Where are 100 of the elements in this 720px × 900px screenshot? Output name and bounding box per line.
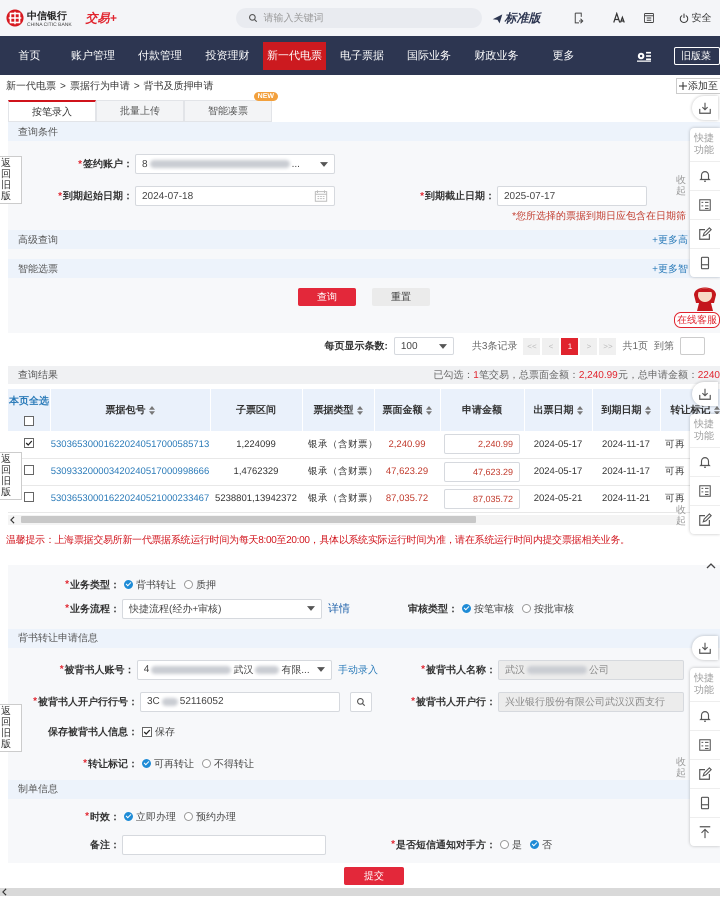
app-logo: 交易+: [86, 10, 118, 26]
radio-option[interactable]: 立即办理: [124, 810, 176, 824]
field-label: 保存被背书人信息：: [48, 726, 138, 738]
field-label: 业务流程：: [70, 602, 120, 616]
required-mark: *: [65, 603, 69, 614]
radio-option[interactable]: 按批审核: [522, 602, 574, 616]
record-count: 共3条记录: [472, 340, 518, 353]
radio-option[interactable]: 质押: [184, 578, 216, 592]
column-header[interactable]: 票据包号: [106, 403, 146, 417]
old-version-tab[interactable]: 返回旧版: [0, 156, 22, 204]
table-cell: 87,035.72: [386, 493, 428, 504]
required-mark: *: [33, 696, 37, 707]
field-label: 被背书人账号：: [64, 664, 135, 676]
field-label: 到期起始日期：: [63, 190, 133, 203]
section-title: 查询结果: [18, 368, 58, 382]
required-mark: *: [83, 758, 87, 769]
add-to-button[interactable]: 添加至: [676, 78, 720, 94]
field-label: 审核类型：: [408, 602, 458, 616]
text-field[interactable]: 3C 52116052: [140, 692, 340, 712]
nav-item[interactable]: 首页: [2, 42, 58, 70]
table-cell: 2024-11-21: [602, 493, 650, 504]
table-cell: 可再: [665, 466, 685, 477]
section-header: 背书转让申请信息: [8, 628, 720, 648]
query-button[interactable]: 查询: [298, 288, 356, 306]
table-cell: 可再: [665, 438, 685, 450]
details-link[interactable]: 详情: [328, 601, 350, 616]
required-mark: *: [85, 811, 89, 822]
tab[interactable]: 批量上传: [96, 100, 184, 122]
required-mark: *: [60, 664, 64, 675]
table-cell: 2024-11-17: [602, 438, 650, 450]
nav-item[interactable]: 电子票据: [330, 42, 394, 70]
required-mark: *: [58, 190, 62, 202]
page-button[interactable]: 1: [561, 338, 578, 354]
breadcrumb-item[interactable]: 新一代电票: [6, 79, 56, 93]
old-menu-button[interactable]: 旧版菜: [674, 46, 720, 64]
security-link[interactable]: 安全: [692, 11, 712, 25]
checkbox-option[interactable]: 保存: [142, 724, 175, 738]
nav-item[interactable]: 国际业务: [398, 42, 461, 70]
date-field[interactable]: 2024-07-18: [135, 186, 335, 206]
table-cell: 5238801,13942372: [215, 493, 297, 504]
breadcrumb-separator: >: [60, 80, 66, 92]
field-label: 被背书人名称：: [426, 664, 496, 676]
required-mark: *: [420, 190, 424, 202]
field-label: 业务类型：: [70, 578, 120, 592]
nav-item[interactable]: 更多: [532, 42, 596, 70]
package-number-link[interactable]: 530365300016220240517000585713: [50, 438, 210, 450]
select-field[interactable]: 4 武汉 有限...: [136, 660, 332, 680]
section-title: 高级查询: [18, 234, 58, 246]
warning-text: 温馨提示：上海票据交易所新一代票据系统运行时间为每天8:00至20:00，具体以系统实际运行时间为准，请在系统运行时间内提交票据相关业务。: [6, 534, 630, 546]
column-header[interactable]: 出票日期: [534, 403, 574, 417]
required-mark: *: [65, 579, 69, 590]
section-title: 智能选票: [18, 262, 58, 276]
old-version-tab[interactable]: 返回旧版: [0, 704, 22, 752]
select-field[interactable]: 快捷流程(经办+审核): [122, 598, 322, 618]
field-label: 时效：: [90, 810, 120, 824]
date-field[interactable]: 2025-07-17: [497, 186, 647, 206]
nav-item[interactable]: 付款管理: [128, 42, 192, 70]
amount-field[interactable]: 2,240.99: [444, 434, 520, 454]
goto-label: 到第: [654, 340, 674, 353]
radio-option[interactable]: 是: [500, 838, 522, 852]
required-mark: *: [78, 158, 82, 170]
column-header[interactable]: 票据类型: [314, 403, 354, 417]
more-link[interactable]: +更多智: [652, 262, 688, 276]
column-header[interactable]: 到期日期: [602, 403, 642, 417]
breadcrumb-item[interactable]: 票据行为申请: [70, 79, 130, 93]
nav-item[interactable]: 财政业务: [464, 42, 528, 70]
tab[interactable]: 按笔录入: [8, 100, 96, 122]
submit-button[interactable]: 提交: [344, 866, 404, 884]
table-cell: 47,623.29: [386, 466, 428, 477]
field-label: 被背书人开户行：: [416, 695, 496, 708]
nav-item[interactable]: 账户管理: [61, 42, 125, 70]
reset-button[interactable]: 重置: [372, 288, 430, 306]
field-label: 备注：: [90, 838, 120, 852]
page-count: 共1页: [622, 340, 648, 353]
nav-item[interactable]: 新一代电票: [263, 42, 326, 70]
column-header: 申请金额: [462, 403, 502, 417]
amount-field[interactable]: 87,035.72: [444, 488, 520, 508]
package-number-link[interactable]: 530365300016220240521000233467: [50, 493, 210, 504]
select-field[interactable]: 8 ...: [135, 154, 335, 174]
package-number-link[interactable]: 530933200003420240517000998666: [50, 466, 210, 477]
edition-label: 标准版: [504, 10, 541, 26]
column-header: 子票区间: [236, 404, 276, 417]
amount-field[interactable]: 47,623.29: [444, 462, 520, 482]
radio-option[interactable]: 按笔审核: [462, 602, 514, 616]
radio-option[interactable]: 不得转让: [202, 756, 254, 770]
radio-option[interactable]: 可再转让: [142, 756, 194, 770]
radio-option[interactable]: 背书转让: [124, 578, 176, 592]
radio-option[interactable]: 预约办理: [184, 810, 236, 824]
table-cell: 1,224099: [236, 438, 276, 450]
old-version-tab[interactable]: 返回旧版: [0, 452, 22, 500]
radio-option[interactable]: 否: [530, 838, 552, 852]
more-link[interactable]: +更多高: [652, 232, 688, 246]
nav-item[interactable]: 投资理财: [196, 42, 260, 70]
selection-summary: 已勾选：1笔交易，总票面金额：2,240.99元，总申请金额：2240: [433, 368, 720, 382]
select-all-label: 本页全选: [8, 394, 49, 408]
page-size-select[interactable]: 100: [394, 337, 454, 355]
tab[interactable]: 智能凑票: [184, 100, 272, 122]
table-cell: 可再: [665, 493, 685, 504]
online-service-label[interactable]: 在线客服: [674, 312, 720, 328]
manual-entry-link[interactable]: 手动录入: [338, 662, 378, 676]
